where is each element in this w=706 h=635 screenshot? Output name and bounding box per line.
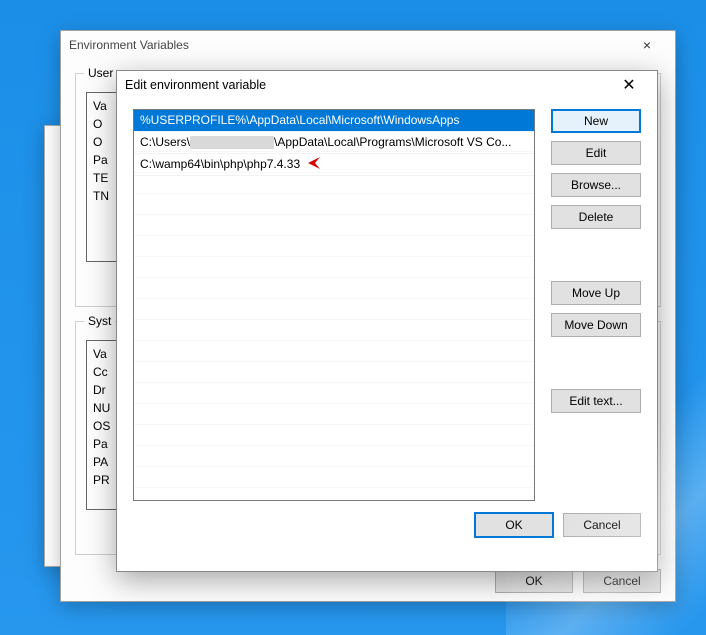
new-button[interactable]: New <box>551 109 641 133</box>
edit-cancel-button[interactable]: Cancel <box>563 513 641 537</box>
edit-env-var-window: Edit environment variable ✕ %USERPROFILE… <box>116 70 658 572</box>
redacted-segment <box>190 136 274 149</box>
browse-button[interactable]: Browse... <box>551 173 641 197</box>
edit-ok-button[interactable]: OK <box>475 513 553 537</box>
edit-text-button[interactable]: Edit text... <box>551 389 641 413</box>
env-title: Environment Variables <box>69 38 627 52</box>
path-item[interactable]: %USERPROFILE%\AppData\Local\Microsoft\Wi… <box>134 110 534 132</box>
move-up-button[interactable]: Move Up <box>551 281 641 305</box>
user-group-legend: User <box>84 66 117 80</box>
system-group-legend: Syst <box>84 314 115 328</box>
edit-title: Edit environment variable <box>125 78 609 92</box>
edit-titlebar[interactable]: Edit environment variable ✕ <box>117 71 657 99</box>
annotation-arrow-icon <box>304 155 322 173</box>
path-item[interactable]: C:\wamp64\bin\php\php7.4.33 <box>134 154 534 176</box>
close-icon[interactable]: × <box>627 37 667 53</box>
move-down-button[interactable]: Move Down <box>551 313 641 337</box>
close-icon[interactable]: ✕ <box>609 75 649 95</box>
env-ok-button[interactable]: OK <box>495 569 573 593</box>
edit-button[interactable]: Edit <box>551 141 641 165</box>
env-titlebar[interactable]: Environment Variables × <box>61 31 675 59</box>
path-item[interactable]: C:\Users\\AppData\Local\Programs\Microso… <box>134 132 534 154</box>
path-list[interactable]: %USERPROFILE%\AppData\Local\Microsoft\Wi… <box>133 109 535 501</box>
desktop: Environment Variables × User VaOOPaTETN … <box>0 0 706 635</box>
delete-button[interactable]: Delete <box>551 205 641 229</box>
env-cancel-button[interactable]: Cancel <box>583 569 661 593</box>
